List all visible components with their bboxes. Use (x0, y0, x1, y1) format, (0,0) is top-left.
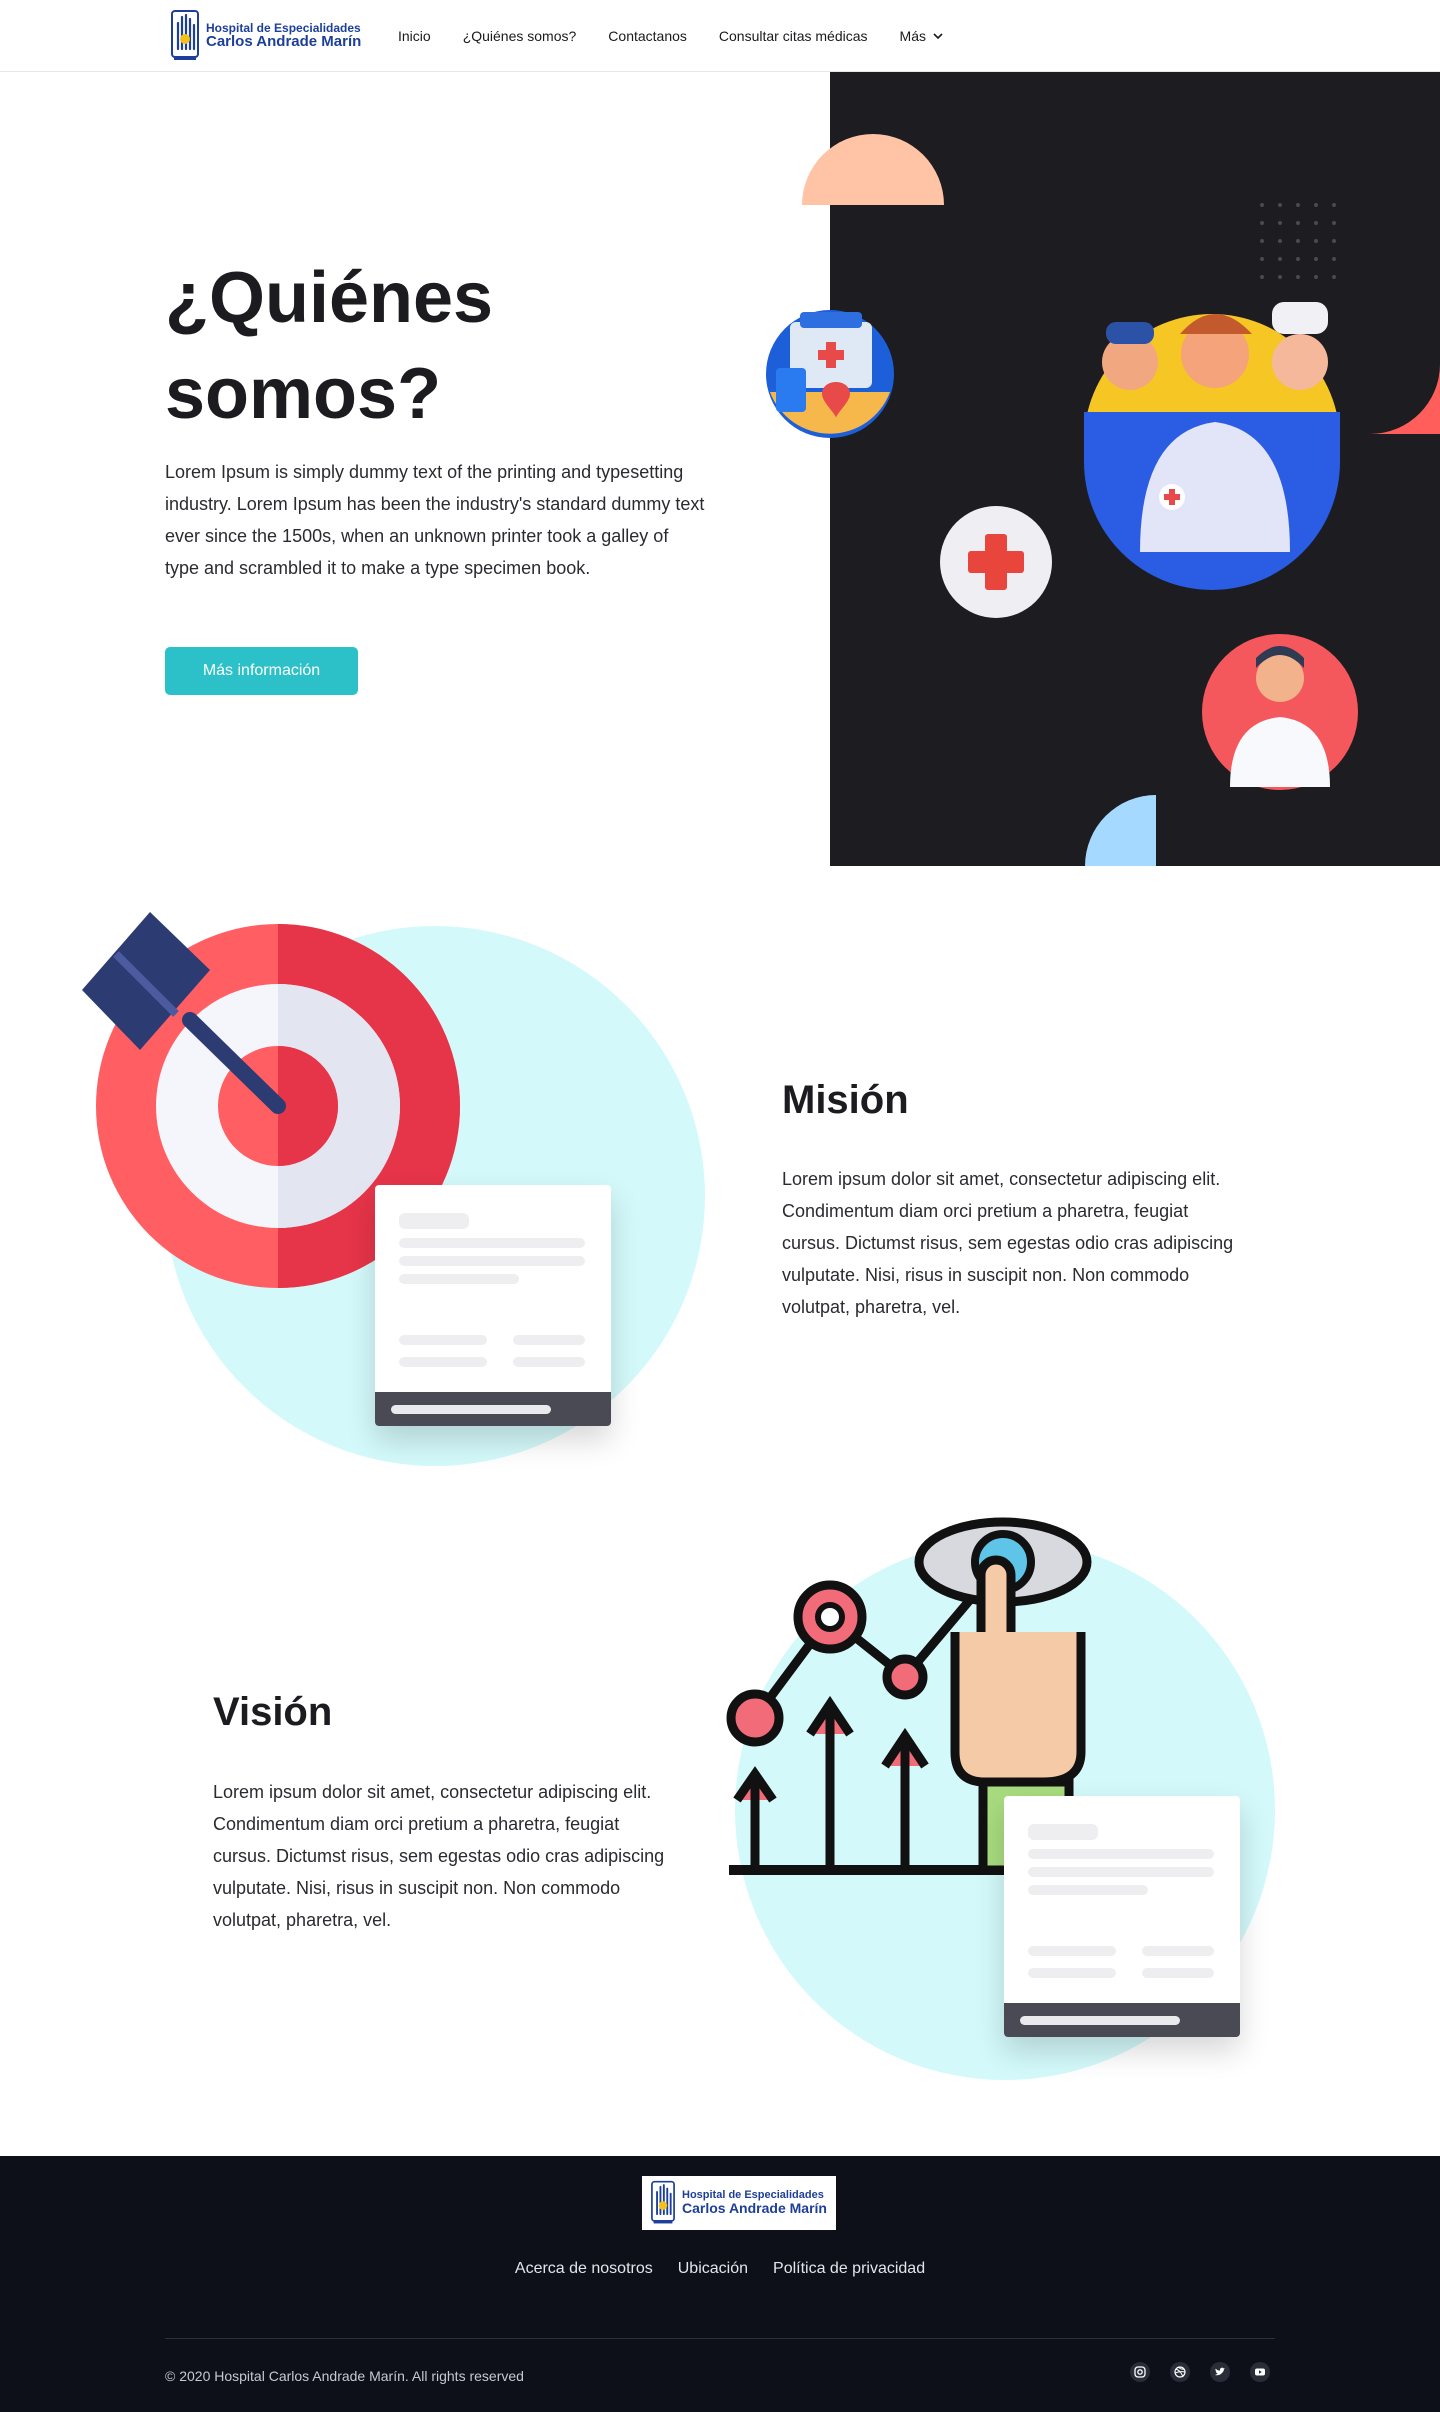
chevron-down-icon (933, 33, 943, 40)
medical-kit-icon (766, 310, 894, 438)
dribbble-icon[interactable] (1170, 2362, 1190, 2382)
red-quarter-shape (1370, 364, 1440, 434)
nav-item-contactanos[interactable]: Contactanos (608, 28, 687, 44)
social-links (1130, 2362, 1270, 2382)
peach-semicircle-shape (802, 134, 944, 205)
main-menu: Inicio ¿Quiénes somos? Contactanos Consu… (398, 0, 944, 72)
hospital-emblem-icon (651, 2180, 675, 2224)
top-navbar: Hospital de Especialidades Carlos Andrad… (0, 0, 1440, 72)
nav-item-inicio[interactable]: Inicio (398, 28, 431, 44)
document-card-vision (1004, 1796, 1240, 2037)
footer-logo[interactable]: Hospital de Especialidades Carlos Andrad… (642, 2176, 836, 2230)
site-footer: Hospital de Especialidades Carlos Andrad… (0, 2156, 1440, 2412)
copyright-text: © 2020 Hospital Carlos Andrade Marín. Al… (165, 2368, 524, 2384)
blue-quarter-shape (1085, 795, 1156, 866)
footer-link-privacidad[interactable]: Política de privacidad (773, 2260, 925, 2278)
footer-links: Acerca de nosotros Ubicación Política de… (0, 2260, 1440, 2278)
youtube-icon[interactable] (1250, 2362, 1270, 2382)
twitter-icon[interactable] (1210, 2362, 1230, 2382)
vision-title: Visión (213, 1690, 333, 1734)
document-card-mision (375, 1185, 611, 1426)
doctor-icon (1202, 634, 1358, 790)
red-cross-icon (940, 506, 1052, 618)
mision-title: Misión (782, 1078, 909, 1122)
footer-link-acerca[interactable]: Acerca de nosotros (515, 2260, 653, 2278)
more-info-button[interactable]: Más información (165, 647, 358, 695)
vision-text: Lorem ipsum dolor sit amet, consectetur … (213, 1782, 665, 1930)
instagram-icon[interactable] (1130, 2362, 1150, 2382)
nav-item-consultar-citas[interactable]: Consultar citas médicas (719, 28, 868, 44)
hospital-logo[interactable]: Hospital de Especialidades Carlos Andrad… (170, 8, 366, 64)
nav-item-quienes-somos[interactable]: ¿Quiénes somos? (463, 28, 577, 44)
medical-staff-icon (1084, 302, 1340, 590)
nav-item-mas[interactable]: Más (900, 28, 944, 44)
hospital-emblem-icon (171, 10, 199, 60)
brand-line-2: Carlos Andrade Marín (206, 33, 362, 51)
mision-text: Lorem ipsum dolor sit amet, consectetur … (782, 1169, 1234, 1317)
medical-team-illustration (766, 134, 1440, 866)
footer-divider (165, 2338, 1275, 2339)
page-title: ¿Quiénes somos? (165, 258, 494, 434)
dot-grid-decoration (1260, 203, 1336, 279)
footer-link-ubicacion[interactable]: Ubicación (678, 2260, 748, 2278)
footer-brand-line-2: Carlos Andrade Marín (682, 2200, 827, 2217)
hero-description: Lorem Ipsum is simply dummy text of the … (165, 462, 705, 578)
